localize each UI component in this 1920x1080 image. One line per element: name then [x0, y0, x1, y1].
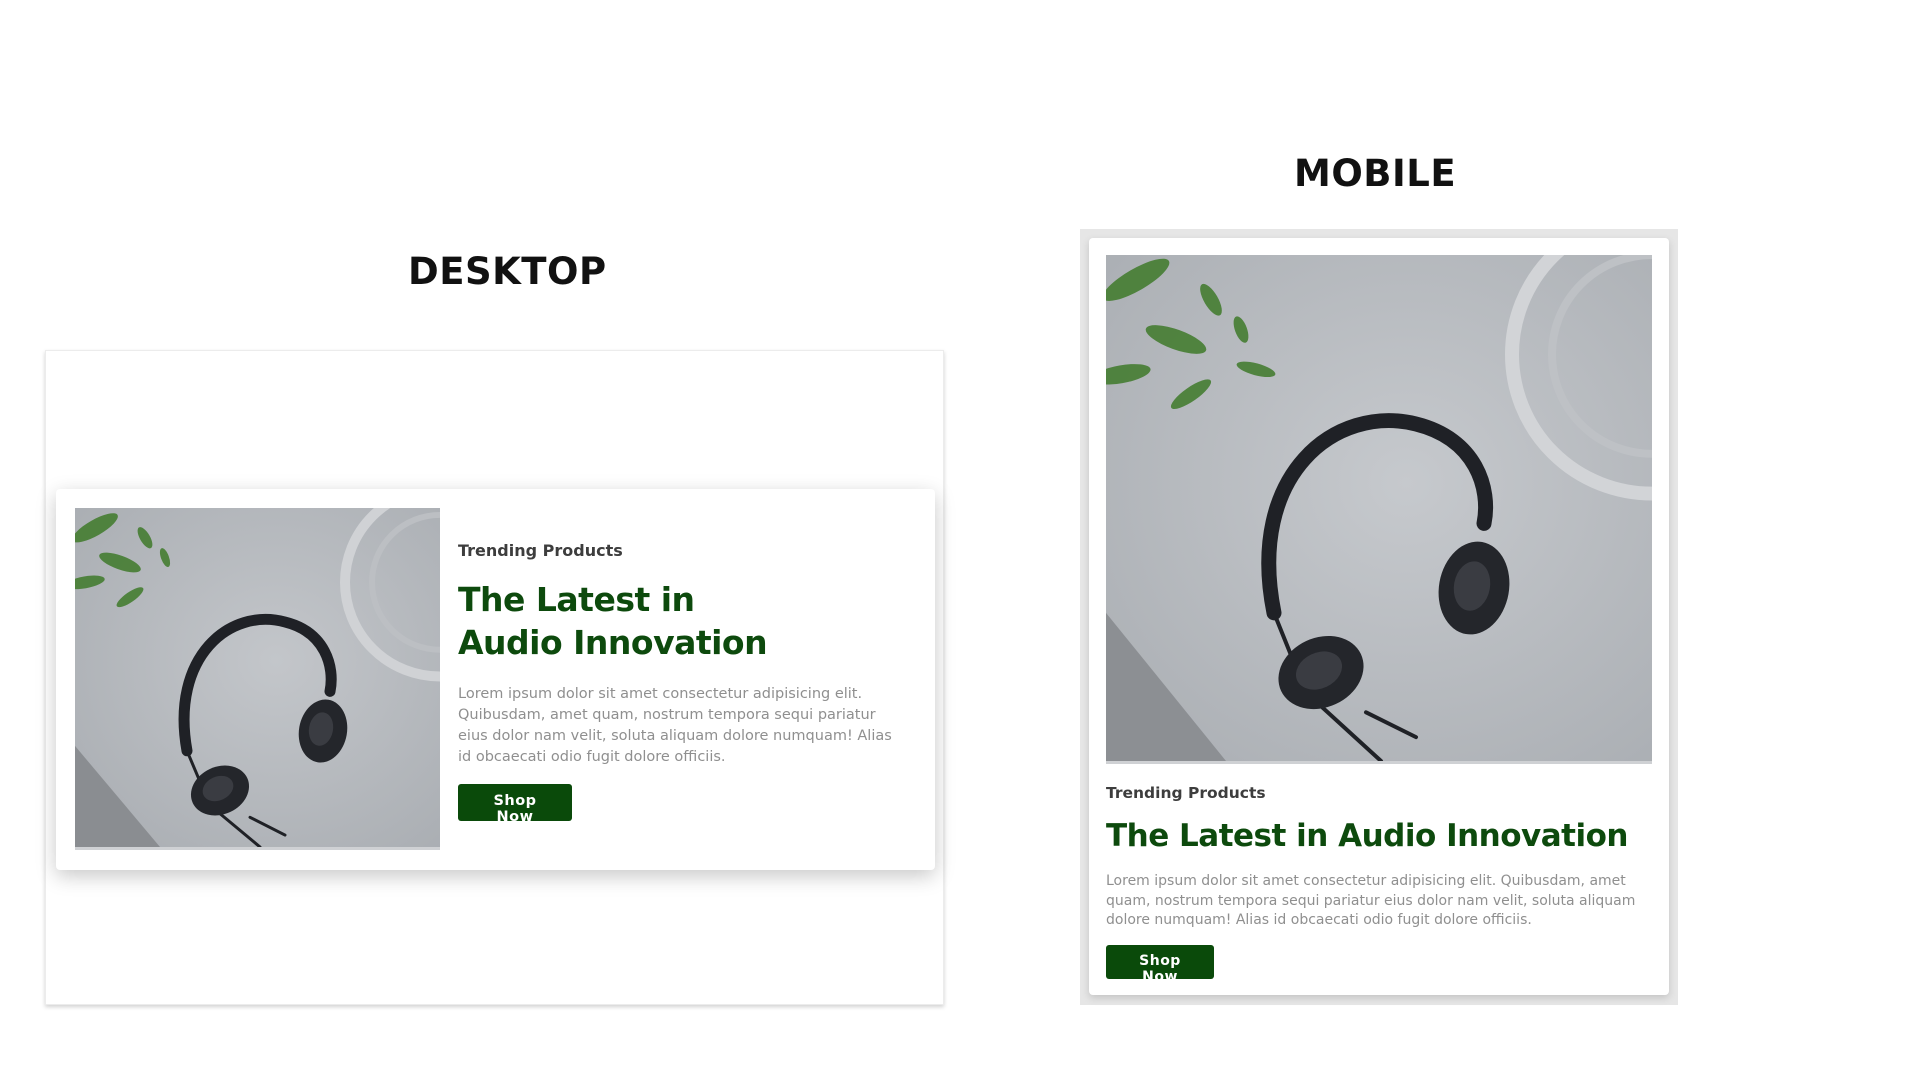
eyebrow-label: Trending Products — [1106, 784, 1266, 802]
shop-now-button[interactable]: Shop Now — [1106, 944, 1214, 985]
eyebrow-label: Trending Products — [458, 541, 623, 560]
product-card: Trending Products The Latest in Audio In… — [56, 489, 935, 870]
card-content: Trending Products The Latest in Audio In… — [458, 541, 903, 825]
mobile-label: MOBILE — [1294, 152, 1457, 195]
desktop-preview-frame: Trending Products The Latest in Audio In… — [45, 350, 944, 1005]
product-card-mobile: Trending Products The Latest in Audio In… — [1089, 238, 1669, 995]
mobile-preview-frame: Trending Products The Latest in Audio In… — [1080, 229, 1678, 1005]
headphones-photo-icon — [1106, 255, 1652, 764]
card-headline: The Latest in Audio Innovation — [458, 580, 768, 662]
card-content-mobile: Trending Products The Latest in Audio In… — [1106, 784, 1646, 985]
card-description: Lorem ipsum dolor sit amet consectetur a… — [1106, 873, 1636, 928]
card-headline: The Latest in Audio Innovation — [1106, 818, 1628, 854]
desktop-label: DESKTOP — [408, 250, 607, 293]
card-description: Lorem ipsum dolor sit amet consectetur a… — [458, 686, 892, 765]
headphones-photo-icon — [75, 508, 440, 850]
shop-now-button[interactable]: Shop Now — [458, 784, 572, 825]
